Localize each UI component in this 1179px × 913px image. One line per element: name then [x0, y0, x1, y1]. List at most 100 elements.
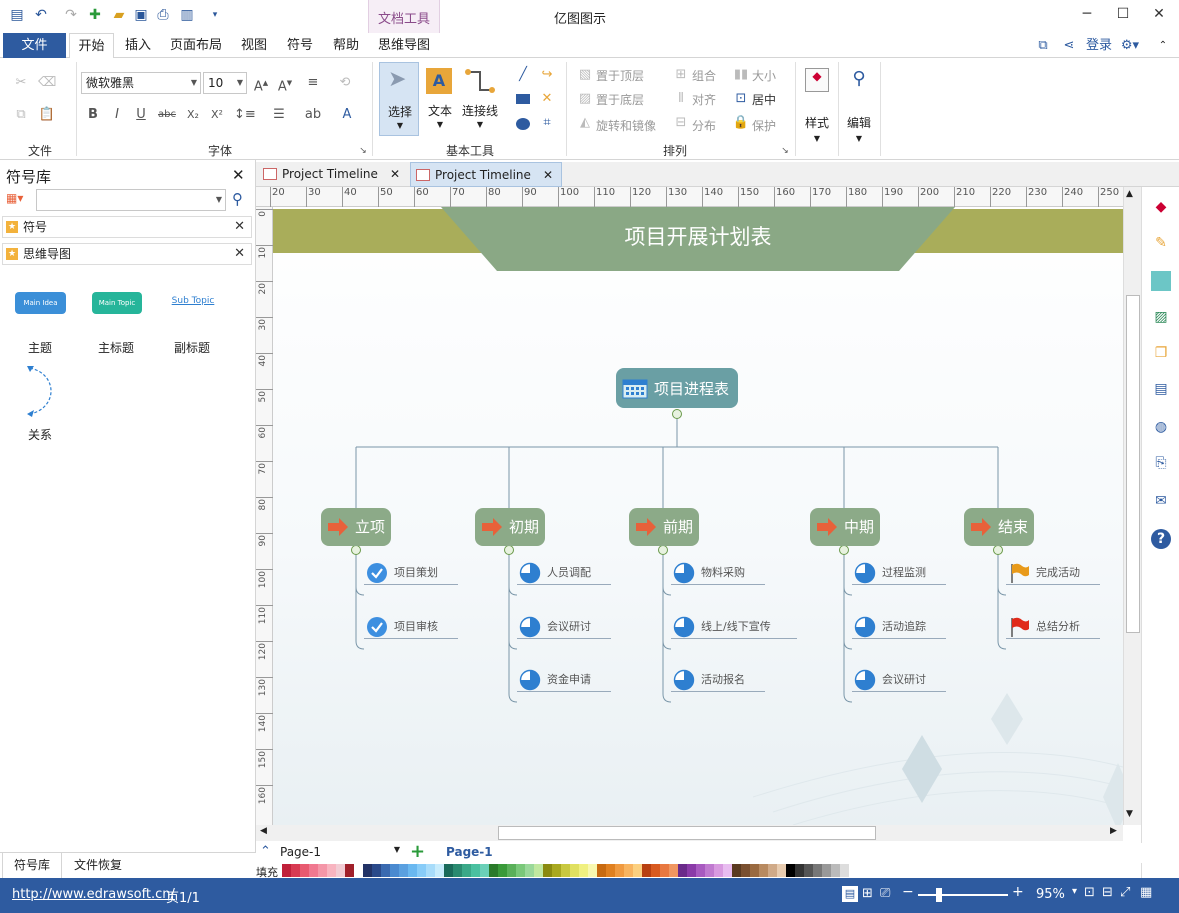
tab-page-layout[interactable]: 页面布局 — [166, 33, 226, 58]
shape-main-idea[interactable]: Main Idea — [15, 292, 66, 314]
library-menu-icon[interactable]: ▦▾ — [6, 191, 32, 211]
horizontal-scroll-thumb[interactable] — [498, 826, 876, 840]
zoom-slider-thumb[interactable] — [936, 888, 942, 902]
font-dialog-launcher-icon[interactable]: ↘ — [354, 142, 372, 160]
zoom-menu-icon[interactable]: ▾ — [1072, 886, 1077, 897]
sub-topic[interactable]: 会议研讨 — [517, 615, 611, 639]
bring-top-icon[interactable]: ▧ — [576, 66, 594, 84]
search-icon[interactable]: ⚲ — [232, 190, 243, 208]
palette-swatch[interactable] — [678, 864, 687, 877]
palette-swatch[interactable] — [822, 864, 831, 877]
tab-file[interactable]: 文件 — [3, 33, 66, 58]
sub-topic[interactable]: 项目审核 — [364, 615, 458, 639]
palette-swatch[interactable] — [390, 864, 399, 877]
palette-swatch[interactable] — [309, 864, 318, 877]
font-size-select[interactable]: 10 ▼ — [203, 72, 247, 94]
select-tool-button[interactable]: ➤ 选择 ▼ — [379, 62, 419, 136]
doc-tab-1[interactable]: Project Timeline ✕ — [258, 162, 408, 187]
palette-swatch[interactable] — [759, 864, 768, 877]
edit-button[interactable]: ⚲ 编辑 ▼ — [842, 62, 876, 152]
palette-swatch[interactable] — [624, 864, 633, 877]
underline-icon[interactable]: U — [132, 106, 150, 124]
palette-swatch[interactable] — [525, 864, 534, 877]
color-palette[interactable] — [256, 863, 1179, 878]
login-link[interactable]: 登录 — [1084, 33, 1114, 58]
palette-swatch[interactable] — [399, 864, 408, 877]
group-label[interactable]: 组合 — [692, 67, 716, 84]
presentation-icon[interactable]: ⎚ — [880, 886, 890, 901]
palette-swatch[interactable] — [633, 864, 642, 877]
palette-swatch[interactable] — [831, 864, 840, 877]
palette-swatch[interactable] — [804, 864, 813, 877]
sub-topic[interactable]: 完成活动 — [1006, 561, 1100, 585]
share-icon[interactable]: ⋖ — [1060, 33, 1078, 58]
bold-icon[interactable]: B — [84, 106, 102, 124]
text-tool-button[interactable]: A 文本 ▼ — [422, 62, 458, 136]
share-screen-icon[interactable]: ⧉ — [1034, 33, 1052, 58]
open-folder-icon[interactable]: ▰ — [110, 6, 128, 24]
help-icon[interactable]: ? — [1151, 529, 1171, 549]
shadow-color-icon[interactable] — [1151, 271, 1171, 291]
size-label[interactable]: 大小 — [752, 67, 776, 84]
line-style-icon[interactable]: ✎ — [1151, 233, 1171, 253]
paragraph-align-icon[interactable]: ≡ — [304, 74, 322, 92]
minimize-button[interactable]: ─ — [1072, 3, 1102, 25]
grid-icon[interactable]: ▦ — [1140, 885, 1152, 900]
close-tab-icon[interactable]: ✕ — [543, 163, 553, 188]
scroll-right-icon[interactable]: ▶ — [1110, 826, 1117, 836]
print-icon[interactable]: ⎙ — [154, 6, 172, 24]
bring-top-label[interactable]: 置于顶层 — [596, 67, 644, 84]
palette-swatch[interactable] — [300, 864, 309, 877]
fill-bucket-icon[interactable]: ◆ — [1151, 197, 1171, 217]
palette-swatch[interactable] — [327, 864, 336, 877]
palette-swatch[interactable] — [444, 864, 453, 877]
palette-swatch[interactable] — [669, 864, 678, 877]
palette-swatch[interactable] — [462, 864, 471, 877]
stage-node[interactable]: 立项 — [321, 508, 391, 546]
connector-tool-button[interactable]: 连接线 ▼ — [460, 62, 500, 136]
palette-swatch[interactable] — [615, 864, 624, 877]
shape-relation[interactable] — [24, 364, 60, 418]
palette-swatch[interactable] — [354, 864, 363, 877]
align-label[interactable]: 对齐 — [692, 91, 716, 108]
full-screen-icon[interactable]: ⤢ — [1120, 885, 1130, 900]
page-icon[interactable]: ▤ — [1151, 379, 1171, 399]
group-icon[interactable]: ⊞ — [672, 66, 690, 84]
shape-sub-topic[interactable]: Sub Topic — [170, 296, 216, 306]
tab-home[interactable]: 开始 — [69, 33, 114, 59]
scroll-up-icon[interactable]: ▲ — [1126, 189, 1133, 199]
export-icon[interactable]: ▥ — [178, 6, 196, 24]
library-row-mindmap[interactable]: ★ 思维导图 ✕ — [2, 243, 252, 265]
layers-icon[interactable]: ❐ — [1151, 343, 1171, 363]
sub-topic[interactable]: 资金申请 — [517, 668, 611, 692]
superscript-icon[interactable]: X² — [208, 106, 226, 124]
protect-label[interactable]: 保护 — [752, 117, 776, 134]
cross-point-icon[interactable]: ✕ — [538, 90, 556, 108]
stage-node[interactable]: 中期 — [810, 508, 880, 546]
palette-swatch[interactable] — [489, 864, 498, 877]
undo-icon[interactable]: ↶ — [32, 6, 50, 24]
palette-swatch[interactable] — [498, 864, 507, 877]
hyperlink-globe-icon[interactable]: ◍ — [1151, 417, 1171, 437]
arrange-dialog-launcher-icon[interactable]: ↘ — [776, 142, 794, 160]
send-bottom-icon[interactable]: ▨ — [576, 90, 594, 108]
stage-node[interactable]: 前期 — [629, 508, 699, 546]
palette-swatch[interactable] — [786, 864, 795, 877]
palette-swatch[interactable] — [714, 864, 723, 877]
stage-node[interactable]: 初期 — [475, 508, 545, 546]
palette-swatch[interactable] — [813, 864, 822, 877]
sub-topic[interactable]: 项目策划 — [364, 561, 458, 585]
paste-icon[interactable]: 📋 — [38, 106, 56, 124]
palette-swatch[interactable] — [435, 864, 444, 877]
sub-topic[interactable]: 物料采购 — [671, 561, 765, 585]
customize-qa-icon[interactable]: ▾ — [206, 6, 224, 24]
palette-swatch[interactable] — [606, 864, 615, 877]
palette-swatch[interactable] — [642, 864, 651, 877]
palette-swatch[interactable] — [696, 864, 705, 877]
center-icon[interactable]: ⊡ — [732, 90, 750, 108]
collapse-pages-icon[interactable]: ⌃ — [260, 844, 271, 859]
website-link[interactable]: http://www.edrawsoft.cn/ — [12, 887, 175, 902]
rectangle-icon[interactable] — [516, 94, 530, 104]
tab-symbol[interactable]: 符号 — [282, 33, 318, 58]
tab-symbol-library[interactable]: 符号库 — [2, 853, 62, 879]
